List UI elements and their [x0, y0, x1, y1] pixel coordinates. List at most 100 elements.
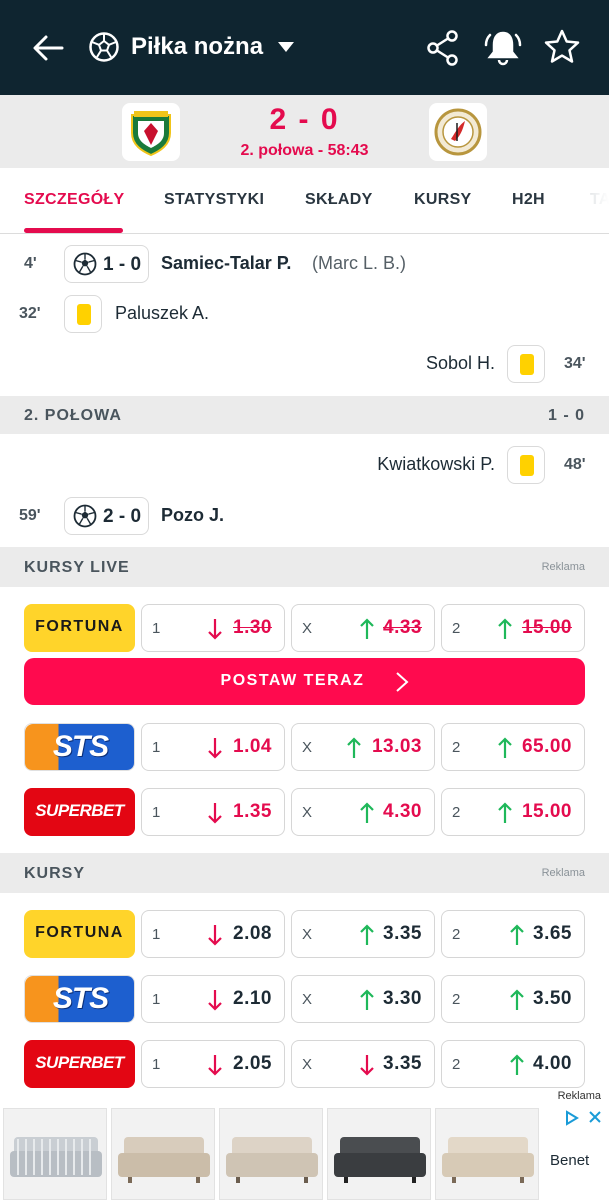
- goal-scorer[interactable]: Pozo J.: [161, 505, 224, 526]
- sofa-icon: [10, 1137, 102, 1177]
- odd-home[interactable]: 1 2.10: [141, 975, 285, 1023]
- ad-choices-icon[interactable]: [565, 1110, 579, 1126]
- tab-details[interactable]: SZCZEGÓŁY: [24, 191, 124, 209]
- tab-statistics[interactable]: STATYSTYKI: [164, 191, 264, 209]
- arrow-up-icon: [360, 924, 374, 945]
- odd-away[interactable]: 2 15.00: [441, 604, 585, 652]
- carded-player[interactable]: Sobol H.: [426, 353, 495, 374]
- yellow-card-badge: [507, 446, 545, 484]
- arrow-up-icon: [510, 924, 524, 945]
- away-team-crest[interactable]: [429, 103, 487, 161]
- odd-draw[interactable]: X 4.30: [291, 788, 435, 836]
- odd-home[interactable]: 1 2.08: [141, 910, 285, 958]
- active-tab-indicator: [24, 228, 123, 233]
- arrow-up-icon: [360, 618, 374, 639]
- sofa-icon: [334, 1137, 426, 1183]
- soccer-ball-icon: [89, 32, 119, 62]
- soccer-ball-icon: [73, 504, 97, 528]
- event-minute: 32': [19, 305, 41, 322]
- odd-draw[interactable]: X 3.35: [291, 1040, 435, 1088]
- odd-away[interactable]: 2 15.00: [441, 788, 585, 836]
- ad-label: Reklama: [555, 1090, 603, 1102]
- yellow-card-badge: [507, 345, 545, 383]
- assist-player[interactable]: (Marc L. B.): [312, 253, 406, 274]
- odd-draw[interactable]: X 3.30: [291, 975, 435, 1023]
- star-icon[interactable]: [543, 28, 581, 66]
- odds-header: KURSY Reklama: [0, 853, 609, 893]
- tab-odds[interactable]: KURSY: [414, 191, 472, 209]
- event-row: Kwiatkowski P. 48': [0, 444, 609, 488]
- ad-label: Reklama: [541, 561, 585, 573]
- section-label: KURSY LIVE: [24, 559, 130, 576]
- ad-product-image[interactable]: [435, 1108, 539, 1200]
- event-minute: 48': [564, 456, 586, 473]
- sofa-icon: [226, 1137, 318, 1183]
- tab-bar: SZCZEGÓŁY STATYSTYKI SKŁADY KURSY H2H TA: [0, 168, 609, 234]
- arrow-up-icon: [360, 802, 374, 823]
- goal-score: 2 - 0: [103, 506, 142, 527]
- goal-scorer[interactable]: Samiec-Talar P.: [161, 253, 291, 274]
- goal-badge: 2 - 0: [64, 497, 149, 535]
- arrow-down-icon: [208, 803, 222, 824]
- ad-product-image[interactable]: [3, 1108, 107, 1200]
- bookmaker-superbet-logo[interactable]: SUPERBET: [24, 788, 135, 836]
- match-score: 2 - 0: [269, 103, 340, 136]
- ad-product-image[interactable]: [111, 1108, 215, 1200]
- tab-lineups[interactable]: SKŁADY: [305, 191, 373, 209]
- caret-down-icon[interactable]: [276, 40, 296, 54]
- place-bet-button[interactable]: POSTAW TERAZ: [24, 658, 585, 705]
- event-minute: 4': [24, 255, 37, 272]
- sport-title[interactable]: Piłka nożna: [131, 30, 263, 64]
- odd-home[interactable]: 1 1.35: [141, 788, 285, 836]
- ad-product-image[interactable]: [327, 1108, 431, 1200]
- odd-home[interactable]: 1 2.05: [141, 1040, 285, 1088]
- ad-product-image[interactable]: [219, 1108, 323, 1200]
- arrow-down-icon: [208, 619, 222, 640]
- sofa-icon: [118, 1137, 210, 1183]
- bookmaker-sts-logo[interactable]: STS: [24, 723, 135, 771]
- odd-draw[interactable]: X 4.33: [291, 604, 435, 652]
- odd-away[interactable]: 2 3.65: [441, 910, 585, 958]
- bell-icon[interactable]: [484, 27, 522, 67]
- odd-away[interactable]: 2 3.50: [441, 975, 585, 1023]
- ad-label: Reklama: [541, 867, 585, 879]
- arrow-up-icon: [498, 802, 512, 823]
- event-row: Sobol H. 34': [0, 343, 609, 387]
- period-score: 1 - 0: [547, 407, 585, 424]
- arrow-down-icon: [208, 738, 222, 759]
- odd-away[interactable]: 2 65.00: [441, 723, 585, 771]
- live-odds-header: KURSY LIVE Reklama: [0, 547, 609, 587]
- bookmaker-sts-logo[interactable]: STS: [24, 975, 135, 1023]
- event-minute: 34': [564, 355, 586, 372]
- bookmaker-fortuna-logo[interactable]: FORTUNA: [24, 604, 135, 652]
- match-header: 2 - 0 2. połowa - 58:43: [0, 95, 609, 168]
- match-status: 2. połowa - 58:43: [240, 142, 369, 159]
- goal-score: 1 - 0: [103, 254, 142, 275]
- sofa-icon: [442, 1137, 534, 1183]
- tab-fade: [569, 168, 609, 233]
- ad-brand[interactable]: Benet: [550, 1152, 589, 1169]
- bookmaker-fortuna-logo[interactable]: FORTUNA: [24, 910, 135, 958]
- arrow-up-icon: [360, 989, 374, 1010]
- event-row: 4' 1 - 0 Samiec-Talar P. (Marc L. B.): [0, 243, 609, 287]
- tab-h2h[interactable]: H2H: [512, 191, 545, 209]
- ad-banner[interactable]: Reklama Benet: [0, 1090, 609, 1200]
- odd-draw[interactable]: X 3.35: [291, 910, 435, 958]
- odd-home[interactable]: 1 1.04: [141, 723, 285, 771]
- yellow-card-icon: [520, 455, 534, 476]
- carded-player[interactable]: Paluszek A.: [115, 303, 209, 324]
- odd-draw[interactable]: X 13.03: [291, 723, 435, 771]
- chevron-right-icon: [396, 672, 409, 692]
- bookmaker-superbet-logo[interactable]: SUPERBET: [24, 1040, 135, 1088]
- yellow-card-badge: [64, 295, 102, 333]
- back-arrow-icon[interactable]: [28, 28, 68, 68]
- soccer-ball-icon: [73, 252, 97, 276]
- arrow-down-icon: [208, 1055, 222, 1076]
- carded-player[interactable]: Kwiatkowski P.: [377, 454, 495, 475]
- odd-away[interactable]: 2 4.00: [441, 1040, 585, 1088]
- odd-home[interactable]: 1 1.30: [141, 604, 285, 652]
- arrow-up-icon: [510, 989, 524, 1010]
- arrow-down-icon: [208, 925, 222, 946]
- share-icon[interactable]: [426, 29, 460, 67]
- close-icon[interactable]: [588, 1110, 602, 1124]
